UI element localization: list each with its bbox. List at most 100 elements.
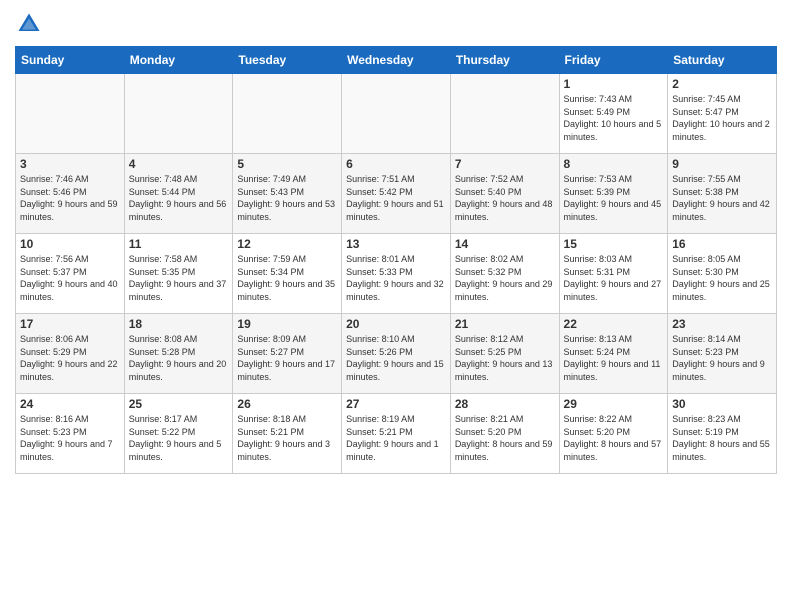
- calendar-day-cell: [233, 74, 342, 154]
- day-info: Sunrise: 7:51 AMSunset: 5:42 PMDaylight:…: [346, 173, 446, 223]
- day-number: 22: [564, 317, 664, 331]
- day-number: 4: [129, 157, 229, 171]
- day-info: Sunrise: 8:21 AMSunset: 5:20 PMDaylight:…: [455, 413, 555, 463]
- day-info: Sunrise: 7:56 AMSunset: 5:37 PMDaylight:…: [20, 253, 120, 303]
- day-number: 19: [237, 317, 337, 331]
- day-info: Sunrise: 7:55 AMSunset: 5:38 PMDaylight:…: [672, 173, 772, 223]
- calendar-day-cell: 15 Sunrise: 8:03 AMSunset: 5:31 PMDayligh…: [559, 234, 668, 314]
- day-number: 5: [237, 157, 337, 171]
- calendar-header: SundayMondayTuesdayWednesdayThursdayFrid…: [16, 47, 777, 74]
- calendar-week-row: 1 Sunrise: 7:43 AMSunset: 5:49 PMDaylight…: [16, 74, 777, 154]
- day-number: 11: [129, 237, 229, 251]
- calendar-day-cell: 7 Sunrise: 7:52 AMSunset: 5:40 PMDaylight…: [450, 154, 559, 234]
- page-header: [15, 10, 777, 38]
- weekday-header-friday: Friday: [559, 47, 668, 74]
- calendar-week-row: 10 Sunrise: 7:56 AMSunset: 5:37 PMDayligh…: [16, 234, 777, 314]
- calendar-day-cell: 11 Sunrise: 7:58 AMSunset: 5:35 PMDayligh…: [124, 234, 233, 314]
- day-info: Sunrise: 7:49 AMSunset: 5:43 PMDaylight:…: [237, 173, 337, 223]
- calendar-day-cell: 3Sunrise: 7:46 AMSunset: 5:46 PMDaylight…: [16, 154, 125, 234]
- day-number: 6: [346, 157, 446, 171]
- day-number: 12: [237, 237, 337, 251]
- day-number: 9: [672, 157, 772, 171]
- day-number: 1: [564, 77, 664, 91]
- calendar-week-row: 24 Sunrise: 8:16 AMSunset: 5:23 PMDayligh…: [16, 394, 777, 474]
- day-info: Sunrise: 8:14 AMSunset: 5:23 PMDaylight:…: [672, 333, 772, 383]
- day-number: 20: [346, 317, 446, 331]
- day-number: 23: [672, 317, 772, 331]
- day-info: Sunrise: 8:02 AMSunset: 5:32 PMDaylight:…: [455, 253, 555, 303]
- logo-icon: [15, 10, 43, 38]
- day-info: Sunrise: 7:43 AMSunset: 5:49 PMDaylight:…: [564, 93, 664, 143]
- calendar-day-cell: 21Sunrise: 8:12 AMSunset: 5:25 PMDayligh…: [450, 314, 559, 394]
- calendar-day-cell: [16, 74, 125, 154]
- calendar-day-cell: 14 Sunrise: 8:02 AMSunset: 5:32 PMDayligh…: [450, 234, 559, 314]
- calendar-day-cell: 28 Sunrise: 8:21 AMSunset: 5:20 PMDayligh…: [450, 394, 559, 474]
- day-number: 30: [672, 397, 772, 411]
- day-info: Sunrise: 8:10 AMSunset: 5:26 PMDaylight:…: [346, 333, 446, 383]
- day-info: Sunrise: 7:58 AMSunset: 5:35 PMDaylight:…: [129, 253, 229, 303]
- calendar-day-cell: 18 Sunrise: 8:08 AMSunset: 5:28 PMDayligh…: [124, 314, 233, 394]
- day-info: Sunrise: 8:22 AMSunset: 5:20 PMDaylight:…: [564, 413, 664, 463]
- calendar-day-cell: 30Sunrise: 8:23 AMSunset: 5:19 PMDayligh…: [668, 394, 777, 474]
- day-info: Sunrise: 8:06 AMSunset: 5:29 PMDaylight:…: [20, 333, 120, 383]
- weekday-header-saturday: Saturday: [668, 47, 777, 74]
- calendar-day-cell: 16Sunrise: 8:05 AMSunset: 5:30 PMDayligh…: [668, 234, 777, 314]
- day-number: 14: [455, 237, 555, 251]
- page-container: SundayMondayTuesdayWednesdayThursdayFrid…: [0, 0, 792, 484]
- day-number: 25: [129, 397, 229, 411]
- day-info: Sunrise: 8:03 AMSunset: 5:31 PMDaylight:…: [564, 253, 664, 303]
- calendar-day-cell: 5 Sunrise: 7:49 AMSunset: 5:43 PMDaylight…: [233, 154, 342, 234]
- day-number: 16: [672, 237, 772, 251]
- calendar-day-cell: 1 Sunrise: 7:43 AMSunset: 5:49 PMDaylight…: [559, 74, 668, 154]
- calendar-day-cell: 19Sunrise: 8:09 AMSunset: 5:27 PMDayligh…: [233, 314, 342, 394]
- day-info: Sunrise: 7:52 AMSunset: 5:40 PMDaylight:…: [455, 173, 555, 223]
- day-number: 15: [564, 237, 664, 251]
- day-info: Sunrise: 7:59 AMSunset: 5:34 PMDaylight:…: [237, 253, 337, 303]
- day-number: 10: [20, 237, 120, 251]
- day-info: Sunrise: 8:08 AMSunset: 5:28 PMDaylight:…: [129, 333, 229, 383]
- day-number: 13: [346, 237, 446, 251]
- calendar-day-cell: 13Sunrise: 8:01 AMSunset: 5:33 PMDayligh…: [342, 234, 451, 314]
- calendar-day-cell: 4 Sunrise: 7:48 AMSunset: 5:44 PMDaylight…: [124, 154, 233, 234]
- calendar-day-cell: 8Sunrise: 7:53 AMSunset: 5:39 PMDaylight…: [559, 154, 668, 234]
- day-info: Sunrise: 7:48 AMSunset: 5:44 PMDaylight:…: [129, 173, 229, 223]
- calendar-day-cell: 10 Sunrise: 7:56 AMSunset: 5:37 PMDayligh…: [16, 234, 125, 314]
- day-number: 21: [455, 317, 555, 331]
- day-number: 2: [672, 77, 772, 91]
- day-number: 28: [455, 397, 555, 411]
- day-number: 17: [20, 317, 120, 331]
- weekday-header-monday: Monday: [124, 47, 233, 74]
- calendar-day-cell: 25 Sunrise: 8:17 AMSunset: 5:22 PMDayligh…: [124, 394, 233, 474]
- calendar-body: 1 Sunrise: 7:43 AMSunset: 5:49 PMDaylight…: [16, 74, 777, 474]
- calendar-day-cell: [124, 74, 233, 154]
- calendar-day-cell: 6 Sunrise: 7:51 AMSunset: 5:42 PMDaylight…: [342, 154, 451, 234]
- calendar-day-cell: [342, 74, 451, 154]
- calendar-day-cell: 23 Sunrise: 8:14 AMSunset: 5:23 PMDayligh…: [668, 314, 777, 394]
- day-info: Sunrise: 8:17 AMSunset: 5:22 PMDaylight:…: [129, 413, 229, 463]
- calendar-day-cell: 17 Sunrise: 8:06 AMSunset: 5:29 PMDayligh…: [16, 314, 125, 394]
- calendar-day-cell: 27 Sunrise: 8:19 AMSunset: 5:21 PMDayligh…: [342, 394, 451, 474]
- day-info: Sunrise: 7:45 AMSunset: 5:47 PMDaylight:…: [672, 93, 772, 143]
- calendar-week-row: 3Sunrise: 7:46 AMSunset: 5:46 PMDaylight…: [16, 154, 777, 234]
- weekday-header-thursday: Thursday: [450, 47, 559, 74]
- weekday-header-tuesday: Tuesday: [233, 47, 342, 74]
- day-number: 7: [455, 157, 555, 171]
- calendar-day-cell: 24 Sunrise: 8:16 AMSunset: 5:23 PMDayligh…: [16, 394, 125, 474]
- day-info: Sunrise: 8:16 AMSunset: 5:23 PMDaylight:…: [20, 413, 120, 463]
- calendar-day-cell: 20 Sunrise: 8:10 AMSunset: 5:26 PMDayligh…: [342, 314, 451, 394]
- day-number: 8: [564, 157, 664, 171]
- calendar-day-cell: 12 Sunrise: 7:59 AMSunset: 5:34 PMDayligh…: [233, 234, 342, 314]
- calendar-day-cell: 26 Sunrise: 8:18 AMSunset: 5:21 PMDayligh…: [233, 394, 342, 474]
- logo: [15, 10, 47, 38]
- day-number: 18: [129, 317, 229, 331]
- weekday-header-row: SundayMondayTuesdayWednesdayThursdayFrid…: [16, 47, 777, 74]
- day-number: 24: [20, 397, 120, 411]
- day-info: Sunrise: 8:18 AMSunset: 5:21 PMDaylight:…: [237, 413, 337, 463]
- calendar-day-cell: [450, 74, 559, 154]
- day-number: 27: [346, 397, 446, 411]
- day-info: Sunrise: 8:19 AMSunset: 5:21 PMDaylight:…: [346, 413, 446, 463]
- day-number: 29: [564, 397, 664, 411]
- day-number: 26: [237, 397, 337, 411]
- day-info: Sunrise: 8:13 AMSunset: 5:24 PMDaylight:…: [564, 333, 664, 383]
- calendar-day-cell: 9 Sunrise: 7:55 AMSunset: 5:38 PMDaylight…: [668, 154, 777, 234]
